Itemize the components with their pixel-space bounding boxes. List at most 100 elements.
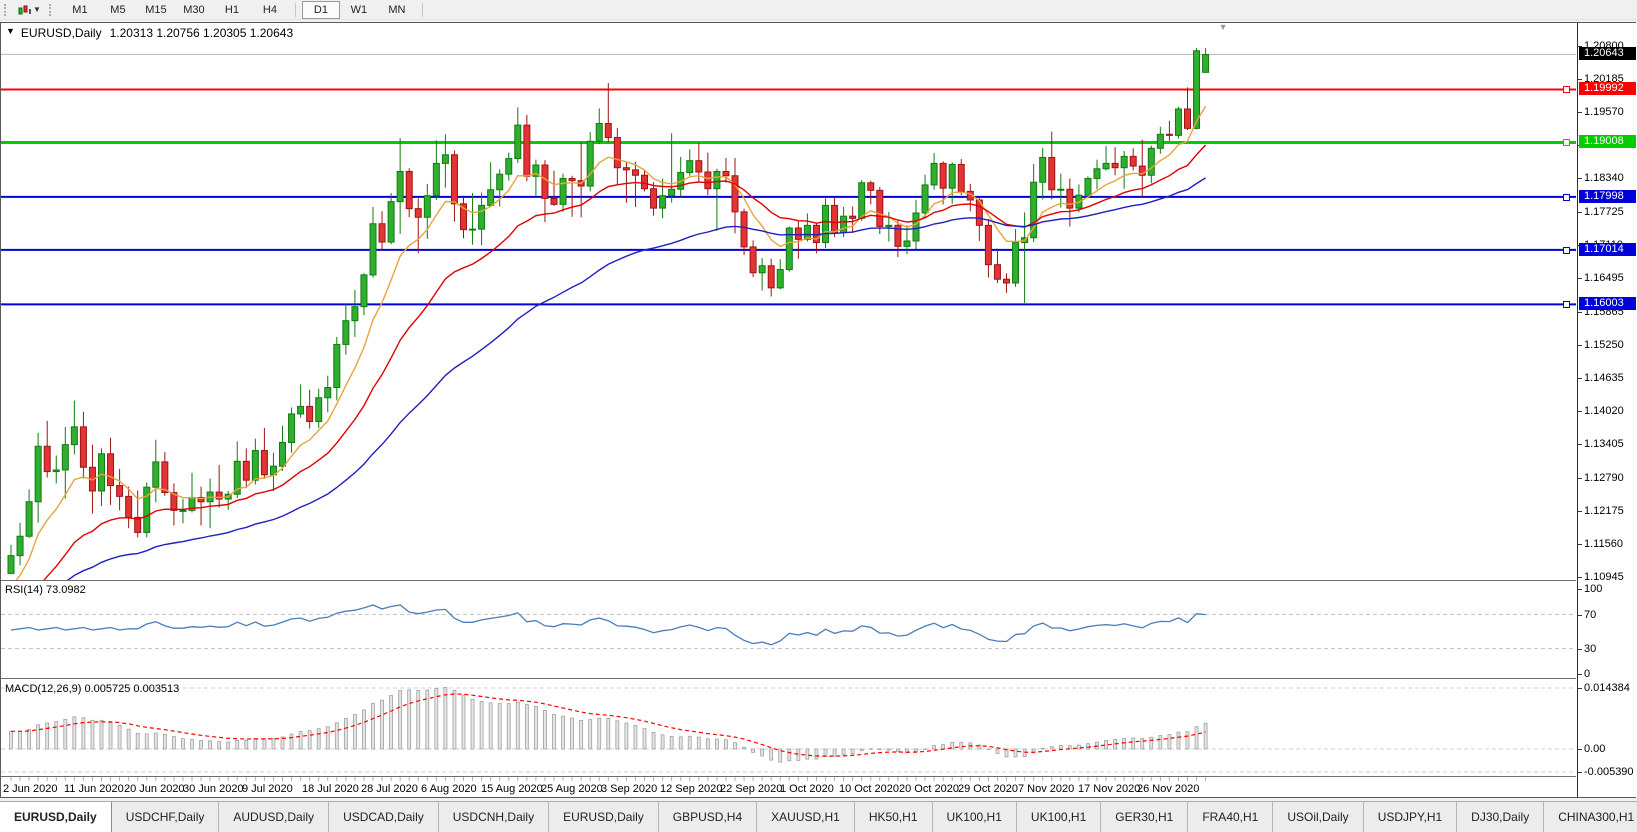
date-axis-label: 3 Sep 2020 [601, 783, 657, 795]
candle [795, 228, 801, 239]
macd-histogram-bar [797, 749, 800, 760]
line-anchor-handle[interactable] [1563, 301, 1570, 308]
chart-tab-china300-h1[interactable]: CHINA300,H1 [1544, 802, 1637, 832]
rsi-chart-canvas[interactable] [1, 582, 1576, 678]
date-axis-label: 29 Oct 2020 [958, 783, 1018, 795]
macd-chart-canvas[interactable] [1, 680, 1576, 776]
macd-histogram-bar [236, 740, 239, 749]
macd-histogram-bar [960, 742, 963, 749]
line-anchor-handle[interactable] [1563, 86, 1570, 93]
candle [714, 171, 720, 188]
chart-tab-usdcad-daily[interactable]: USDCAD,Daily [329, 802, 439, 832]
macd-histogram-bar [263, 739, 266, 749]
chart-tab-eurusd-daily[interactable]: EURUSD,Daily [0, 802, 112, 832]
candle [723, 171, 729, 175]
timeframe-button-h4[interactable]: H4 [251, 1, 289, 19]
timeframe-button-m1[interactable]: M1 [61, 1, 99, 19]
macd-histogram-bar [915, 749, 918, 752]
chart-shift-marker-icon[interactable]: ▼ [1219, 23, 1228, 32]
chart-type-button[interactable]: ▼ [16, 4, 43, 16]
macd-histogram-bar [1041, 748, 1044, 749]
candle [180, 510, 186, 511]
candlestick-chart-icon [18, 4, 32, 16]
macd-histogram-bar [679, 737, 682, 749]
chart-tab-uk100-h1[interactable]: UK100,H1 [933, 802, 1017, 832]
candle [316, 398, 322, 422]
macd-histogram-bar [562, 716, 565, 749]
macd-histogram-bar [806, 749, 809, 759]
candle [488, 190, 494, 206]
macd-histogram-bar [842, 749, 845, 755]
candle [651, 189, 657, 208]
price-axis[interactable]: 1.208001.201851.195701.189551.183401.177… [1577, 23, 1637, 797]
chart-tab-uk100-h1[interactable]: UK100,H1 [1017, 802, 1101, 832]
pane-separator[interactable] [1, 678, 1576, 679]
candle [868, 183, 874, 191]
chart-tab-usdchf-daily[interactable]: USDCHF,Daily [112, 802, 220, 832]
timeframe-button-w1[interactable]: W1 [340, 1, 378, 19]
chart-tab-audusd-daily[interactable]: AUDUSD,Daily [219, 802, 329, 832]
mid-ma-line [11, 145, 1206, 580]
toolbar-grip[interactable] [49, 4, 56, 16]
candle [289, 414, 295, 443]
candle [126, 496, 132, 517]
candle [804, 225, 810, 239]
axis-tick-mark [1578, 411, 1582, 412]
price-line-badge: 1.20643 [1579, 47, 1636, 60]
timeframe-button-m30[interactable]: M30 [175, 1, 213, 19]
candle [605, 124, 611, 138]
candle [994, 265, 1000, 280]
candle [1121, 156, 1127, 167]
chart-tab-gbpusd-h4[interactable]: GBPUSD,H4 [659, 802, 757, 832]
timeframe-button-m5[interactable]: M5 [99, 1, 137, 19]
chart-tab-dj30-daily[interactable]: DJ30,Daily [1457, 802, 1544, 832]
date-axis-label: 11 Jun 2020 [64, 783, 124, 795]
candle [1040, 157, 1046, 182]
timeframe-button-d1[interactable]: D1 [302, 1, 340, 19]
candle [922, 185, 928, 213]
chart-tab-usdcnh-daily[interactable]: USDCNH,Daily [439, 802, 549, 832]
toolbar-grip[interactable] [4, 4, 11, 16]
macd-histogram-bar [317, 729, 320, 749]
candle [1148, 148, 1154, 175]
chart-tab-hk50-h1[interactable]: HK50,H1 [855, 802, 933, 832]
candle [904, 241, 910, 246]
date-axis[interactable]: 2 Jun 202011 Jun 202020 Jun 202030 Jun 2… [1, 777, 1576, 797]
candle [470, 229, 476, 230]
chart-tab-xauusd-h1[interactable]: XAUUSD,H1 [757, 802, 855, 832]
macd-histogram-bar [191, 739, 194, 749]
line-anchor-handle[interactable] [1563, 194, 1570, 201]
line-anchor-handle[interactable] [1563, 139, 1570, 146]
chart-tab-usoil-daily[interactable]: USOil,Daily [1273, 802, 1363, 832]
candle [415, 209, 421, 218]
macd-histogram-bar [860, 749, 863, 751]
macd-histogram-bar [28, 730, 31, 749]
rsi-line [11, 605, 1206, 645]
chart-tab-eurusd-daily[interactable]: EURUSD,Daily [549, 802, 659, 832]
line-anchor-handle[interactable] [1563, 247, 1570, 254]
timeframe-button-mn[interactable]: MN [378, 1, 416, 19]
chart-tab-fra40-h1[interactable]: FRA40,H1 [1188, 802, 1273, 832]
chart-tab-usdjpy-h1[interactable]: USDJPY,H1 [1364, 802, 1457, 832]
candle [551, 198, 557, 204]
macd-histogram-bar [91, 720, 94, 749]
axis-tick-label: 1.15250 [1584, 339, 1624, 351]
pane-separator[interactable] [1, 580, 1576, 581]
chevron-down-icon[interactable]: ▼ [33, 5, 41, 14]
macd-histogram-bar [878, 749, 881, 750]
price-chart-canvas[interactable] [1, 40, 1576, 580]
axis-tick-label: 0 [1584, 668, 1590, 680]
timeframe-button-h1[interactable]: H1 [213, 1, 251, 19]
timeframe-button-m15[interactable]: M15 [137, 1, 175, 19]
date-axis-label: 20 Oct 2020 [899, 783, 959, 795]
chart-tab-ger30-h1[interactable]: GER30,H1 [1101, 802, 1188, 832]
axis-tick-mark [1578, 749, 1582, 750]
macd-histogram-bar [46, 723, 49, 749]
candle [632, 170, 638, 175]
axis-tick-mark [1578, 178, 1582, 179]
pane-separator[interactable] [1, 776, 1576, 777]
axis-tick-mark [1578, 378, 1582, 379]
candle [388, 202, 394, 242]
candle [1058, 189, 1064, 190]
collapse-caret-icon[interactable]: ▼ [6, 26, 15, 40]
